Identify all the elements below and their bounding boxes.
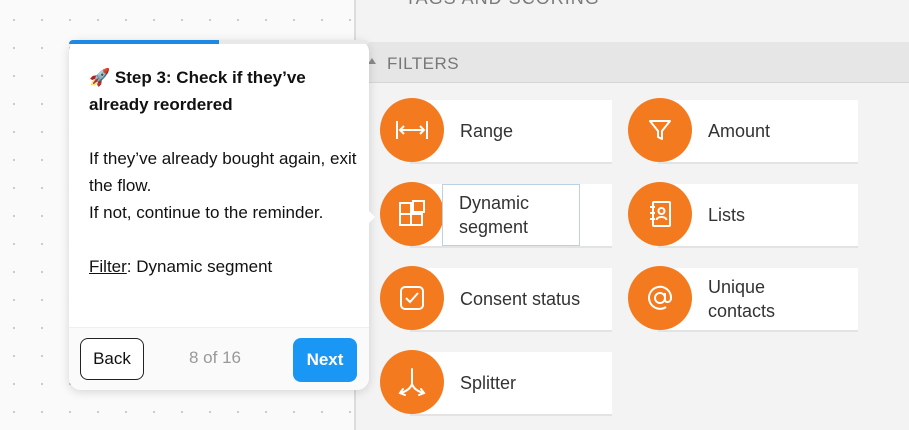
at-sign-icon xyxy=(628,266,692,330)
filter-item-lists[interactable]: Lists xyxy=(628,182,858,248)
tooltip-pointer xyxy=(366,208,375,226)
filter-item-range[interactable]: Range xyxy=(380,98,612,164)
next-button[interactable]: Next xyxy=(293,338,357,382)
range-arrows-icon xyxy=(380,98,444,162)
step-counter: 8 of 16 xyxy=(189,348,241,367)
tour-progress-bar xyxy=(69,40,369,44)
tooltip-filter-line: Filter: Dynamic segment xyxy=(89,253,359,280)
tooltip-footer: Back 8 of 16 Next xyxy=(69,327,369,390)
funnel-icon xyxy=(628,98,692,162)
filter-item-unique-contacts[interactable]: Unique contacts xyxy=(628,266,858,332)
filter-item-consent-status[interactable]: Consent status xyxy=(380,266,612,332)
filter-item-amount[interactable]: Amount xyxy=(628,98,858,164)
onboarding-tooltip: 🚀 Step 3: Check if they’ve already reord… xyxy=(69,40,375,390)
filter-value: : Dynamic segment xyxy=(126,257,273,276)
section-heading-cut: TAGS AND SCORING xyxy=(405,0,600,9)
filter-item-label: Lists xyxy=(708,205,746,225)
filter-item-label: Splitter xyxy=(460,373,517,393)
tour-progress-fill xyxy=(69,40,219,44)
caret-up-icon xyxy=(368,58,376,64)
filters-section-header[interactable]: FILTERS xyxy=(356,42,909,83)
filter-item-label: Unique contacts xyxy=(708,277,776,321)
filter-item-label: Amount xyxy=(708,121,771,141)
tooltip-line-exit: If they’ve already bought again, exit th… xyxy=(89,149,357,195)
filter-link[interactable]: Filter xyxy=(89,257,127,276)
contact-book-icon xyxy=(628,182,692,246)
checkbox-icon xyxy=(380,266,444,330)
filter-item-label: Range xyxy=(460,121,514,141)
filter-item-label: Dynamic segment xyxy=(442,184,580,246)
back-button[interactable]: Back xyxy=(80,338,144,380)
filter-item-label: Consent status xyxy=(460,289,581,309)
filter-item-dynamic-segment[interactable]: Dynamic segment xyxy=(380,182,612,248)
filters-label: FILTERS xyxy=(387,54,460,73)
filter-item-splitter[interactable]: Splitter xyxy=(380,350,612,416)
segment-squares-icon xyxy=(380,182,444,246)
splitter-arrows-icon xyxy=(380,350,444,414)
tooltip-line-continue: If not, continue to the reminder. xyxy=(89,203,324,222)
tooltip-body: 🚀 Step 3: Check if they’ve already reord… xyxy=(89,64,359,280)
tooltip-title: 🚀 Step 3: Check if they’ve already reord… xyxy=(89,68,306,114)
tooltip-text: If they’ve already bought again, exit th… xyxy=(89,145,359,226)
